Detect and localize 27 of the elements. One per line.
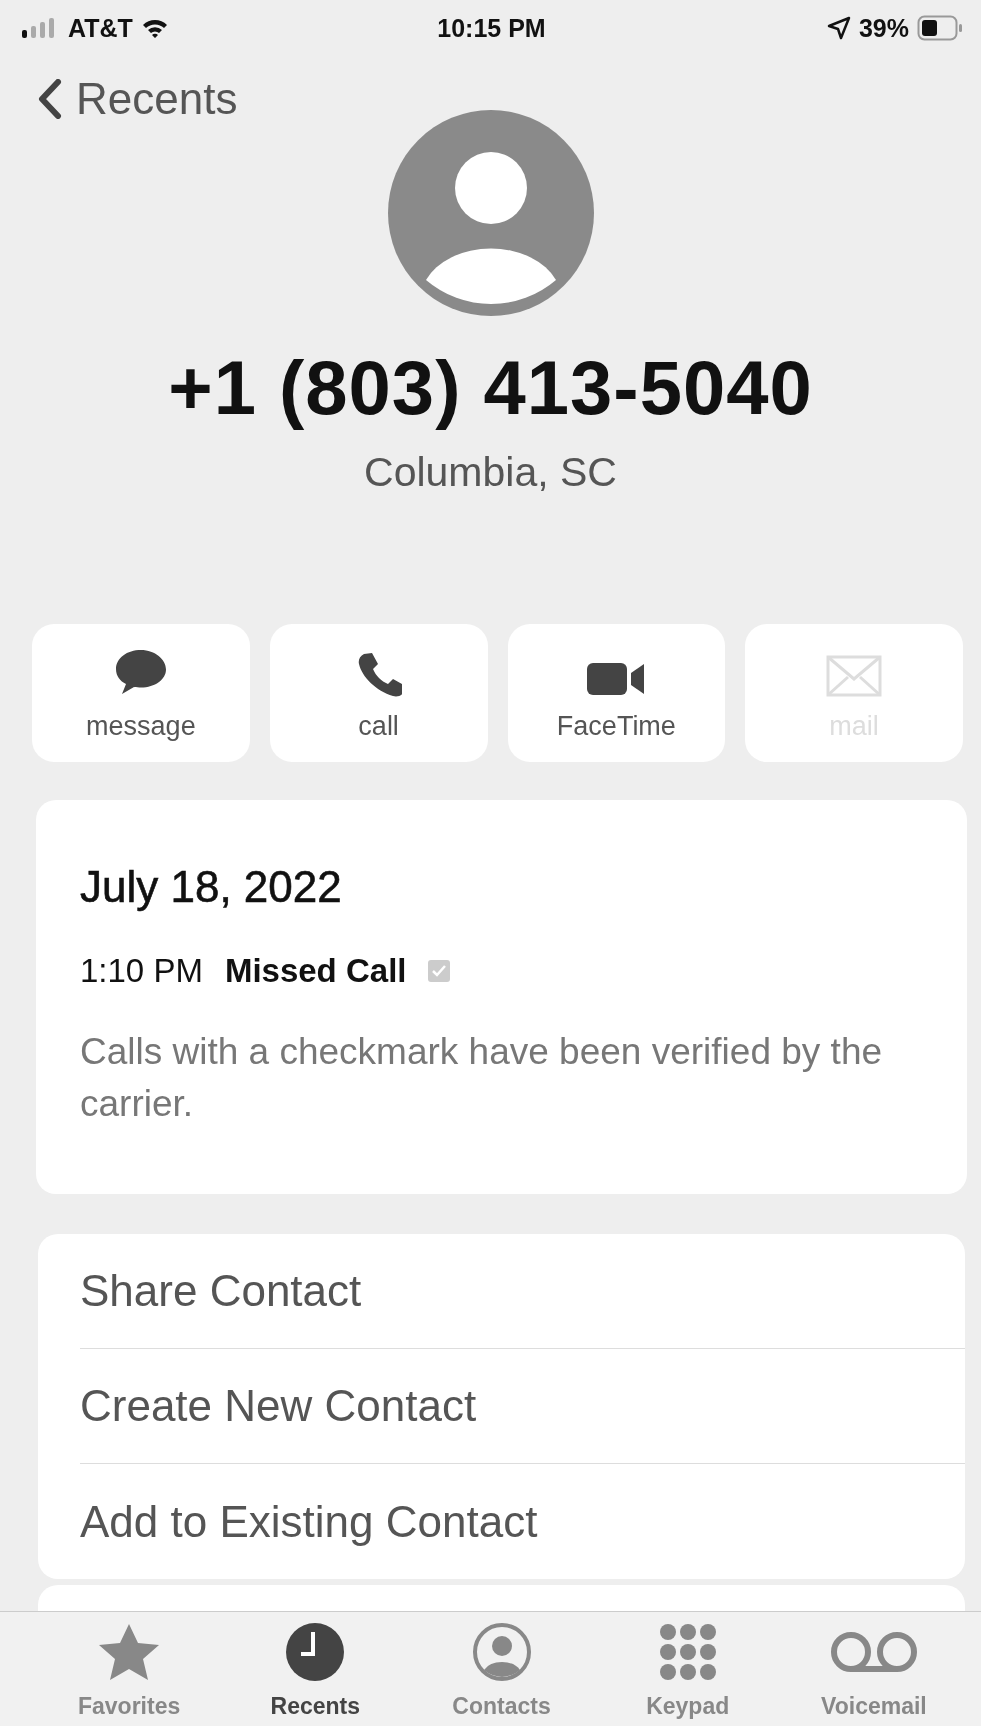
option-item[interactable]: Create New Contact <box>80 1349 965 1464</box>
battery-percent: 39% <box>858 13 909 43</box>
envelope-icon <box>826 654 883 697</box>
battery-icon <box>917 15 963 41</box>
message-button[interactable]: message <box>32 624 250 762</box>
video-button[interactable]: FaceTime <box>507 624 726 762</box>
back-button[interactable]: Recents <box>38 74 238 124</box>
call-button[interactable]: call <box>269 624 488 762</box>
phone-number: +1 (803) 413-5040 <box>168 344 813 431</box>
video-camera-icon <box>586 660 647 697</box>
tab-item[interactable]: Recents <box>222 1612 409 1726</box>
clock-time: 10:15 PM <box>437 13 546 42</box>
call-time: 1:10 PM <box>80 952 203 990</box>
voicemail-icon <box>828 1630 919 1674</box>
avatar-icon <box>387 110 594 316</box>
location-text: Columbia, SC <box>364 449 617 496</box>
carrier-name: AT&T <box>68 13 133 43</box>
option-item[interactable]: Add to Existing Contact <box>80 1464 965 1579</box>
person-circle-icon <box>471 1622 532 1682</box>
verification-note: Calls with a checkmark have been verified by the carrier. <box>80 1030 884 1126</box>
option-item[interactable]: Share Contact <box>80 1234 965 1349</box>
location-arrow-icon <box>826 16 851 40</box>
clock-icon <box>285 1622 346 1682</box>
keypad-icon <box>657 1622 718 1682</box>
call-date: July 18, 2022 <box>80 862 343 912</box>
call-type: Missed Call <box>224 952 407 990</box>
chevron-left-icon <box>38 79 62 119</box>
